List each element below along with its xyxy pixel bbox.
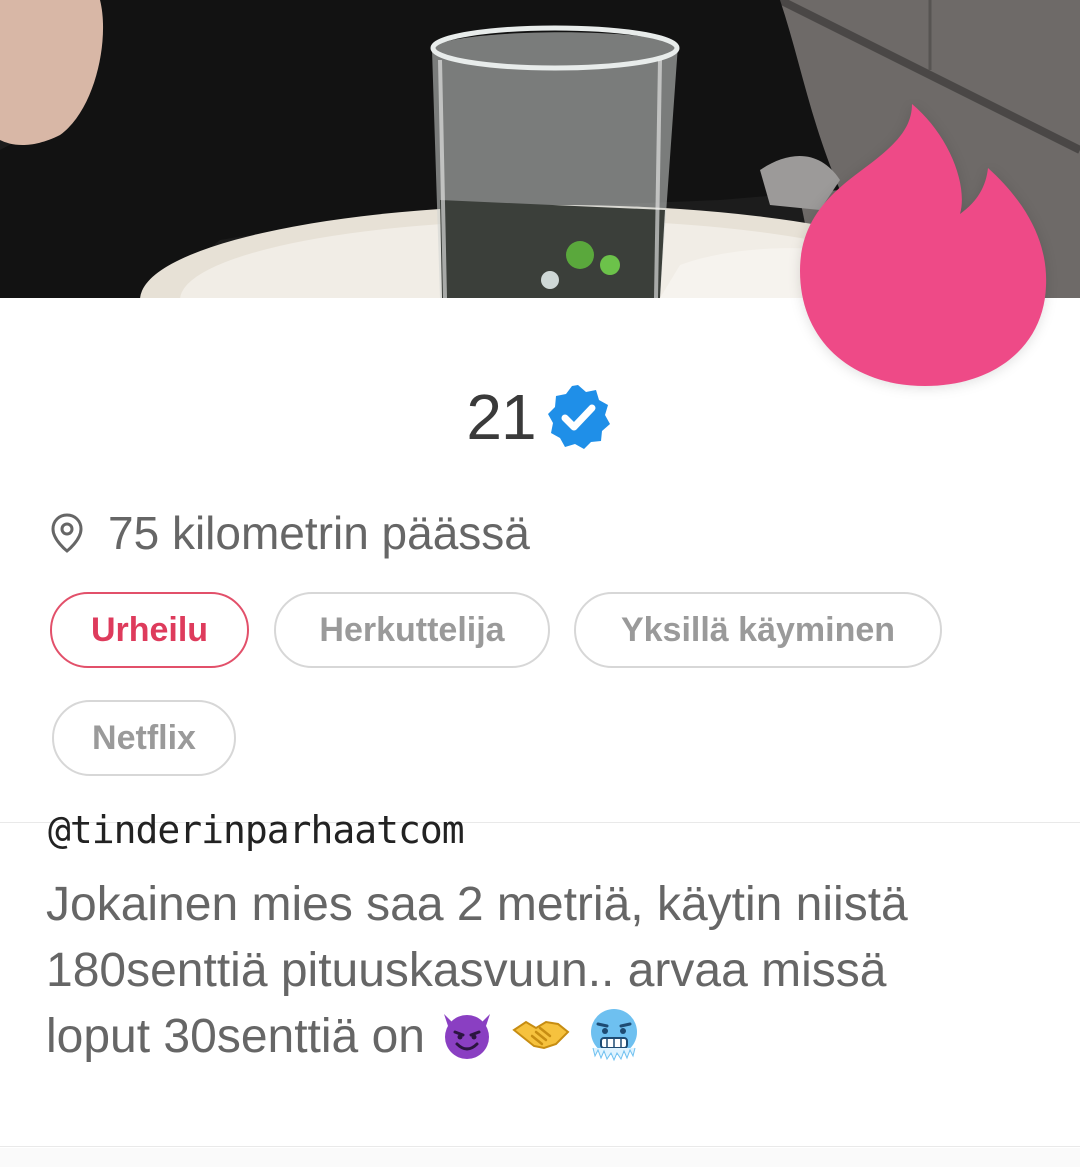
bottom-area xyxy=(0,1148,1080,1167)
bio-line: 180senttiä pituuskasvuun.. arvaa missä xyxy=(46,944,887,997)
age-row: 21 xyxy=(0,372,1080,462)
verified-badge-icon xyxy=(542,381,614,453)
profile-bio: Jokainen mies saa 2 metriä, käytin niist… xyxy=(46,872,1056,1070)
location-pin-icon xyxy=(50,512,84,554)
section-divider xyxy=(0,1146,1080,1147)
bio-line: loput 30senttiä on xyxy=(46,1010,425,1063)
interest-chip[interactable]: Urheilu xyxy=(50,592,249,668)
tinder-flame-icon xyxy=(790,96,1060,396)
cold-face-emoji-icon xyxy=(585,1004,643,1062)
profile-age: 21 xyxy=(466,381,536,453)
watermark-handle: @tinderinparhaatcom xyxy=(48,808,465,852)
bio-line: Jokainen mies saa 2 metriä, käytin niist… xyxy=(46,878,908,931)
interest-chip-label: Netflix xyxy=(92,718,196,757)
interest-chip[interactable]: Yksillä käyminen xyxy=(574,592,942,668)
interest-chip-label: Herkuttelija xyxy=(319,610,505,649)
interest-chip[interactable]: Netflix xyxy=(52,700,236,776)
distance-row: 75 kilometrin päässä xyxy=(50,500,530,566)
bio-line-with-emojis: loput 30senttiä on xyxy=(46,1004,1056,1070)
distance-label: 75 kilometrin päässä xyxy=(108,507,530,559)
interest-chip[interactable]: Herkuttelija xyxy=(274,592,550,668)
interest-chip-label: Yksillä käyminen xyxy=(620,610,896,649)
interest-chip-label: Urheilu xyxy=(90,610,209,649)
smiling-devil-emoji-icon xyxy=(438,1004,496,1062)
handshake-emoji-icon xyxy=(511,1004,570,1062)
